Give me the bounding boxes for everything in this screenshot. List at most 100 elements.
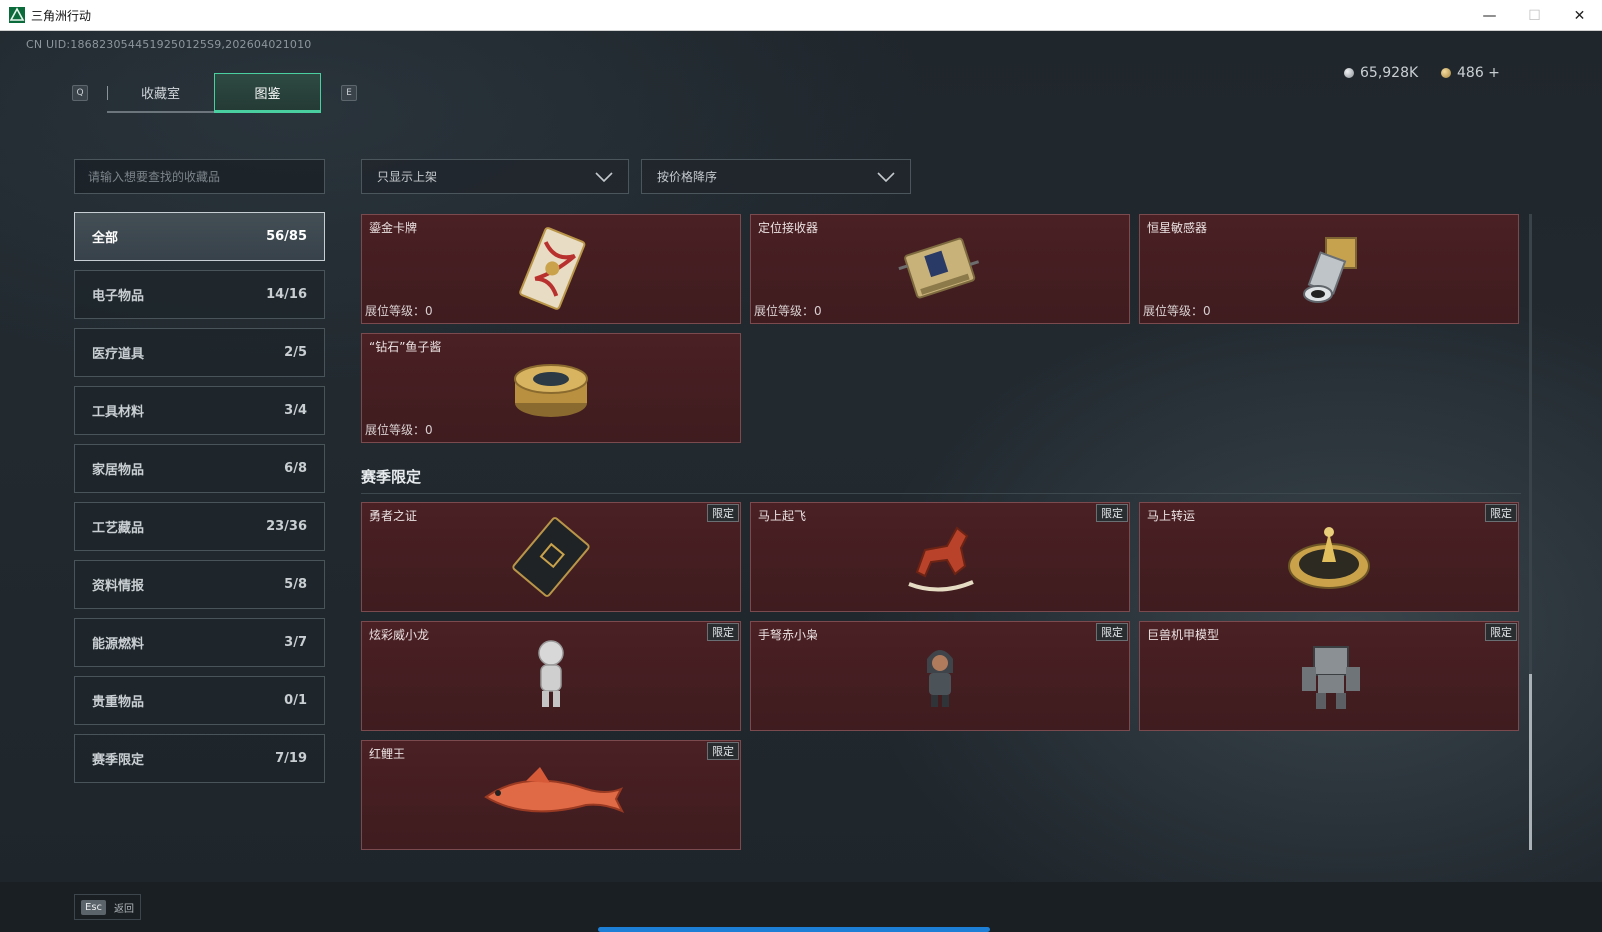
category-crafts[interactable]: 工艺藏品 23/36: [74, 502, 325, 551]
locator-receiver-icon: [898, 237, 980, 299]
sort-dropdown[interactable]: 按价格降序: [641, 159, 911, 194]
limited-badge: 限定: [707, 623, 739, 641]
fortune-wheel-icon: [1288, 527, 1370, 589]
category-label: 家居物品: [92, 463, 145, 478]
limited-badge: 限定: [707, 742, 739, 760]
bottom-bar: [0, 882, 1602, 932]
star-sensor-icon: [1303, 237, 1357, 303]
prev-tab-key-hint[interactable]: Q: [72, 85, 88, 101]
category-label: 能源燃料: [92, 637, 145, 652]
season-item-card[interactable]: 手弩赤小枭 限定: [750, 621, 1130, 731]
sort-value: 按价格降序: [657, 170, 718, 184]
next-tab-key-hint[interactable]: E: [341, 85, 357, 101]
window-titlebar: 三角洲行动 — ☐ ✕: [0, 0, 1602, 31]
close-button[interactable]: ✕: [1557, 0, 1602, 31]
category-household[interactable]: 家居物品 6/8: [74, 444, 325, 493]
category-all[interactable]: 全部 56/85: [74, 212, 325, 261]
gold-amount: 486 +: [1457, 65, 1500, 81]
category-label: 贵重物品: [92, 695, 145, 710]
caviar-tin-icon: [514, 364, 588, 417]
dragon-figure-icon: [538, 640, 564, 707]
category-medical[interactable]: 医疗道具 2/5: [74, 328, 325, 377]
category-label: 赛季限定: [92, 753, 145, 768]
app-logo-icon: [9, 7, 25, 23]
item-name: 定位接收器: [758, 221, 819, 235]
category-label: 电子物品: [92, 289, 145, 304]
item-name: 手弩赤小枭: [758, 628, 819, 642]
brave-card-icon: [512, 517, 590, 597]
player-uid: CN UID:1868230544519250125S9,20260402101…: [26, 38, 312, 51]
category-label: 全部: [92, 231, 119, 246]
item-card[interactable]: “钻石”鱼子酱 展位等级：0: [361, 333, 741, 443]
chevron-down-icon: [877, 171, 895, 182]
search-input[interactable]: [88, 169, 324, 184]
item-name: 炫彩威小龙: [369, 628, 430, 642]
item-name: “钻石”鱼子酱: [369, 340, 442, 354]
silver-amount: 65,928K: [1360, 65, 1419, 81]
category-tools[interactable]: 工具材料 3/4: [74, 386, 325, 435]
section-divider: [361, 493, 1521, 494]
category-count: 0/1: [284, 693, 307, 708]
esc-key-hint: Esc: [81, 899, 107, 915]
season-item-card[interactable]: 炫彩威小龙 限定: [361, 621, 741, 731]
season-item-card[interactable]: 红鲤王 限定: [361, 740, 741, 850]
category-electronics[interactable]: 电子物品 14/16: [74, 270, 325, 319]
tab-collection-room[interactable]: 收藏室: [107, 73, 214, 113]
category-label: 资料情报: [92, 579, 145, 594]
tab-catalog[interactable]: 图鉴: [214, 73, 321, 113]
gold-coin-icon: [1441, 68, 1451, 78]
category-count: 5/8: [284, 577, 307, 592]
silver-currency: 65,928K: [1344, 65, 1418, 81]
owl-figure-icon: [927, 650, 953, 707]
game-viewport: CN UID:1868230544519250125S9,20260402101…: [0, 31, 1602, 932]
gilded-card-icon: [519, 227, 586, 310]
item-card[interactable]: 恒星敏感器 展位等级：0: [1139, 214, 1519, 324]
category-count: 7/19: [275, 751, 307, 766]
limited-badge: 限定: [1096, 504, 1128, 522]
category-label: 工具材料: [92, 405, 145, 420]
maximize-button[interactable]: ☐: [1512, 0, 1557, 31]
display-level: 展位等级：0: [365, 304, 433, 318]
category-list: 全部 56/85 电子物品 14/16 医疗道具 2/5 工具材料 3/4 家居…: [74, 212, 325, 792]
display-level: 展位等级：0: [754, 304, 822, 318]
limited-badge: 限定: [1096, 623, 1128, 641]
collection-search[interactable]: [74, 159, 325, 194]
category-count: 14/16: [266, 287, 307, 302]
category-intel[interactable]: 资料情报 5/8: [74, 560, 325, 609]
loading-progress-bar: [598, 927, 990, 932]
minimize-button[interactable]: —: [1467, 0, 1512, 31]
limited-badge: 限定: [1485, 504, 1517, 522]
display-level: 展位等级：0: [365, 423, 433, 437]
category-label: 医疗道具: [92, 347, 145, 362]
item-name: 鎏金卡牌: [369, 221, 418, 235]
category-count: 6/8: [284, 461, 307, 476]
display-level: 展位等级：0: [1143, 304, 1211, 318]
back-label: 返回: [114, 903, 135, 915]
season-item-card[interactable]: 马上起飞 限定: [750, 502, 1130, 612]
item-card[interactable]: 鎏金卡牌 展位等级：0: [361, 214, 741, 324]
category-count: 3/4: [284, 403, 307, 418]
gold-currency[interactable]: 486 +: [1441, 65, 1500, 81]
category-valuables[interactable]: 贵重物品 0/1: [74, 676, 325, 725]
shelf-filter-dropdown[interactable]: 只显示上架: [361, 159, 629, 194]
item-name: 马上起飞: [758, 509, 807, 523]
item-name: 巨兽机甲模型: [1147, 628, 1220, 642]
season-item-card[interactable]: 勇者之证 限定: [361, 502, 741, 612]
window-title: 三角洲行动: [31, 8, 92, 23]
item-name: 勇者之证: [369, 509, 418, 523]
tab-bar: 收藏室 图鉴: [107, 73, 321, 113]
item-card[interactable]: 定位接收器 展位等级：0: [750, 214, 1130, 324]
item-name: 恒星敏感器: [1147, 221, 1208, 235]
category-count: 2/5: [284, 345, 307, 360]
season-item-card[interactable]: 马上转运 限定: [1139, 502, 1519, 612]
red-carp-icon: [484, 767, 625, 814]
scrollbar-thumb[interactable]: [1529, 674, 1532, 850]
category-season[interactable]: 赛季限定 7/19: [74, 734, 325, 783]
rocking-horse-icon: [908, 526, 974, 592]
item-name: 红鲤王: [369, 747, 406, 761]
season-item-card[interactable]: 巨兽机甲模型 限定: [1139, 621, 1519, 731]
chevron-down-icon: [595, 171, 613, 182]
category-energy[interactable]: 能源燃料 3/7: [74, 618, 325, 667]
silver-coin-icon: [1344, 68, 1354, 78]
back-button[interactable]: Esc 返回: [74, 894, 142, 920]
